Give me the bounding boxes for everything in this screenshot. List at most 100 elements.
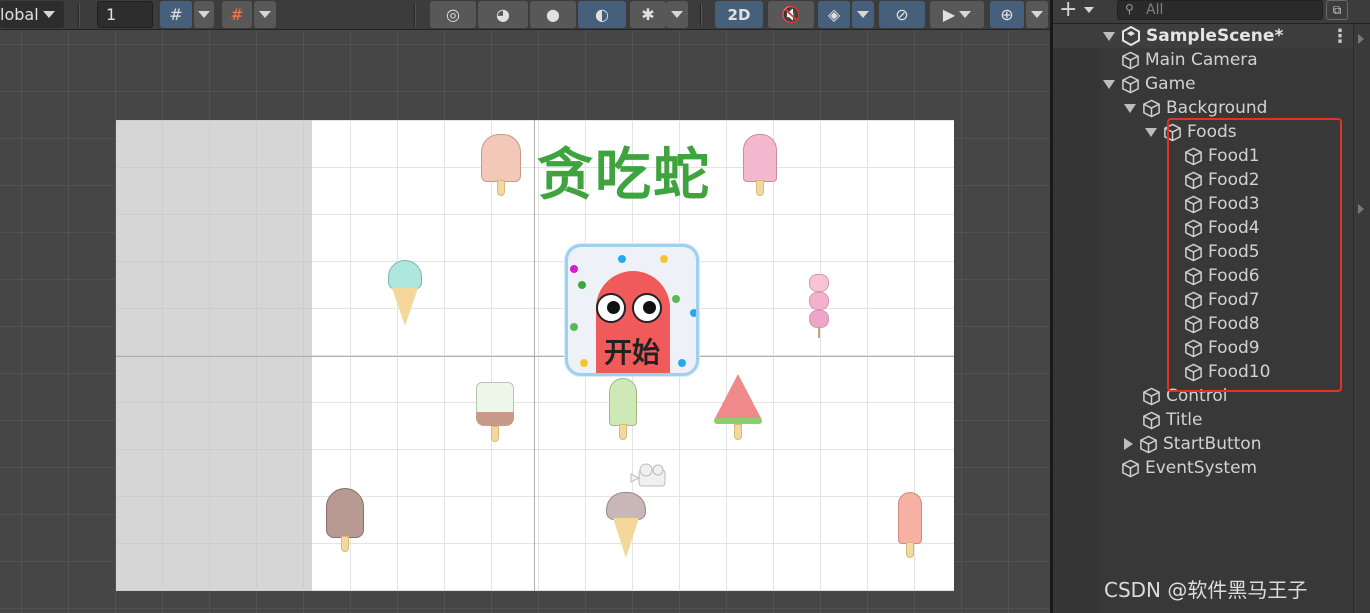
layers-icon: ◈ [827, 5, 841, 24]
hierarchy-item-eventsystem[interactable]: EventSystem [1103, 456, 1257, 480]
grid-size-field[interactable]: 1 [97, 1, 153, 28]
search-icon: ⚲ [1125, 2, 1134, 16]
scrollbar[interactable] [1353, 24, 1370, 613]
ice-cream-scoop [388, 260, 422, 290]
gizmos-button[interactable]: ⊕ [990, 1, 1024, 28]
camera-gizmo-icon[interactable] [629, 462, 671, 490]
audio-mute-button[interactable]: 🔇 [768, 1, 814, 28]
expand-arrow-down-icon[interactable] [1145, 127, 1157, 137]
scene-visibility-button[interactable]: ⊘ [879, 1, 925, 28]
effects-button[interactable]: ◈ [818, 1, 850, 28]
food-ice-cream-cone-mint[interactable] [388, 260, 422, 328]
grid-snap-dropdown[interactable] [194, 1, 214, 28]
scene-header-row[interactable]: SampleScene* ⋮ [1053, 24, 1353, 48]
kebab-menu-icon[interactable]: ⋮ [1331, 26, 1349, 47]
toggle-2d-button[interactable]: 2D [715, 1, 763, 28]
grid-size-value: 1 [106, 5, 117, 24]
hierarchy-item-label: Main Camera [1145, 50, 1258, 70]
increment-snap-dropdown[interactable] [254, 1, 276, 28]
shading-shaded-button[interactable]: ● [530, 1, 576, 28]
effects-dropdown[interactable] [852, 1, 874, 28]
vertical-axis-line [534, 120, 535, 591]
scene-view[interactable]: lobal 1 # # ◎ ◕ ● ◐ ✱ 2D 🔇 ◈ ⊘ ▶ ⊕ 贪吃蛇 开… [0, 0, 1050, 613]
foods-highlight-box [1167, 118, 1342, 392]
decor-dot [672, 295, 680, 303]
popsicle-stick [491, 426, 499, 442]
eye-slash-icon: ⊘ [895, 5, 909, 24]
hierarchy-gutter [1053, 48, 1101, 613]
popsicle-stick [734, 424, 742, 440]
increment-snap-button[interactable]: # [222, 1, 252, 28]
scene-root-item[interactable]: SampleScene* [1103, 24, 1283, 48]
ice-cream-scoop [606, 492, 646, 520]
hierarchy-search-input[interactable]: All [1117, 0, 1323, 20]
scene-visibility-toggle-button[interactable]: ⧉ [1326, 0, 1348, 20]
food-popsicle-orange[interactable] [898, 492, 924, 558]
bug-icon: ✱ [641, 5, 655, 24]
pivot-dropdown[interactable]: lobal [0, 1, 64, 28]
expand-arrow-down-icon[interactable] [1103, 79, 1115, 89]
expand-arrow-down-icon[interactable] [1124, 103, 1136, 113]
hierarchy-item-startbutton[interactable]: StartButton [1124, 432, 1261, 456]
debug-draw-dropdown[interactable] [666, 1, 688, 28]
camera-settings-button[interactable]: ▶ [930, 1, 984, 28]
grid-snap-button[interactable]: # [160, 1, 192, 28]
game-title[interactable]: 贪吃蛇 [537, 130, 711, 211]
food-popsicle-pink[interactable] [743, 134, 779, 198]
food-popsicle-peach[interactable] [481, 134, 521, 196]
hierarchy-item-label: EventSystem [1145, 458, 1258, 478]
chevron-down-icon [1084, 7, 1095, 13]
decor-dot [578, 281, 586, 289]
hierarchy-item-background[interactable]: Background [1124, 96, 1267, 120]
gameobject-cube-icon [1121, 459, 1145, 478]
snake-right-eye [632, 293, 662, 323]
scene-toolbar: lobal 1 # # ◎ ◕ ● ◐ ✱ 2D 🔇 ◈ ⊘ ▶ ⊕ [0, 0, 1050, 30]
popsicle-stick [756, 180, 764, 196]
watermark: CSDN @软件黑马王子 [1104, 578, 1308, 602]
decor-dot [570, 323, 578, 331]
food-ice-cream-cone-chocolate[interactable] [606, 492, 646, 560]
pupil [607, 301, 620, 314]
gameobject-cube-icon [1139, 435, 1163, 454]
chevron-down-icon [198, 11, 210, 18]
food-popsicle-white[interactable] [476, 382, 516, 448]
watermelon-slice [714, 374, 762, 420]
snap-increment-icon: # [230, 5, 244, 24]
food-watermelon[interactable] [714, 374, 762, 440]
toolbar-separator [78, 4, 80, 26]
heart-piece [809, 274, 829, 292]
food-heart-skewer[interactable] [806, 272, 832, 338]
hierarchy-item-label: Title [1166, 410, 1203, 430]
gizmo-globe-icon: ⊕ [1000, 5, 1014, 24]
expand-arrow-icon[interactable] [1103, 31, 1115, 41]
shading-wireframe-button[interactable]: ◎ [430, 1, 476, 28]
hierarchy-item-label: Background [1166, 98, 1268, 118]
hierarchy-item-label: Game [1145, 74, 1196, 94]
gameobject-cube-icon [1121, 51, 1145, 70]
scroll-right-arrow-icon [1358, 34, 1364, 44]
gizmos-dropdown[interactable] [1026, 1, 1048, 28]
food-popsicle-chocolate[interactable] [326, 488, 366, 554]
scene-name: SampleScene* [1146, 26, 1284, 46]
food-popsicle-green[interactable] [609, 378, 639, 442]
start-button[interactable]: 开始 [565, 244, 699, 376]
popsicle-body [326, 488, 364, 538]
add-object-button[interactable]: + [1059, 0, 1105, 22]
shading-unlit-button[interactable]: ◐ [578, 1, 626, 28]
gameobject-cube-icon [1142, 99, 1166, 118]
chevron-down-icon [42, 11, 55, 18]
popsicle-stick [906, 542, 914, 558]
popsicle-body [481, 134, 521, 182]
hierarchy-item-game[interactable]: Game [1103, 72, 1196, 96]
hierarchy-item-main-camera[interactable]: Main Camera [1103, 48, 1258, 72]
toggle-2d-label: 2D [727, 5, 751, 24]
gameobject-cube-icon [1142, 411, 1166, 430]
grid-snap-icon: # [169, 5, 183, 24]
game-canvas[interactable]: 贪吃蛇 开始 [116, 120, 954, 591]
chevron-down-icon [1031, 11, 1043, 18]
shading-shaded-wireframe-button[interactable]: ◕ [478, 1, 528, 28]
expand-arrow-right-icon[interactable] [1124, 438, 1133, 450]
pivot-dropdown-label: lobal [0, 5, 39, 24]
hierarchy-item-title[interactable]: Title [1124, 408, 1202, 432]
debug-draw-mode-button[interactable]: ✱ [630, 1, 666, 28]
